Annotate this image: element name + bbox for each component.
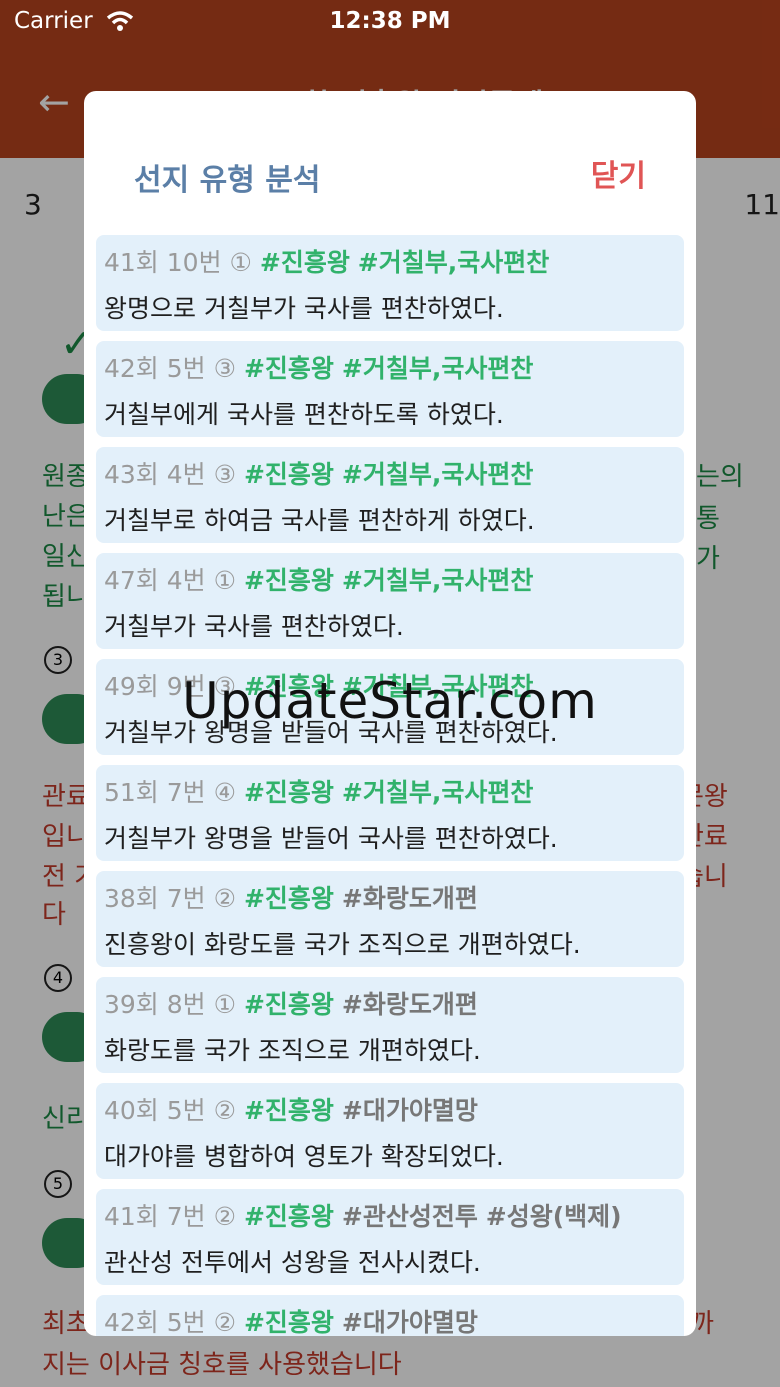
- question-text: 거칠부가 국사를 편찬하였다.: [104, 612, 404, 641]
- question-ref: 47회 4번 ①: [104, 566, 237, 595]
- hashtag[interactable]: #진흥왕: [244, 884, 334, 913]
- hashtag[interactable]: #진흥왕: [244, 354, 334, 383]
- question-text: 거칠부에게 국사를 편찬하도록 하였다.: [104, 400, 504, 429]
- question-meta: 39회 8번 ① #진흥왕 #화랑도개편: [104, 985, 478, 1021]
- question-text: 거칠부로 하여금 국사를 편찬하게 하였다.: [104, 506, 535, 535]
- question-text: 관산성 전투에서 성왕을 전사시켰다.: [104, 1248, 481, 1277]
- question-ref: 39회 8번 ①: [104, 990, 237, 1019]
- hashtag[interactable]: #거칠부,국사편찬: [342, 566, 533, 595]
- hashtag[interactable]: #진흥왕: [244, 778, 334, 807]
- question-meta: 38회 7번 ② #진흥왕 #화랑도개편: [104, 879, 478, 915]
- hashtag[interactable]: #거칠부,국사편찬: [358, 248, 549, 277]
- close-button[interactable]: 닫기: [591, 151, 646, 195]
- question-card[interactable]: 40회 5번 ② #진흥왕 #대가야멸망대가야를 병합하여 영토가 확장되었다.: [96, 1083, 684, 1179]
- hashtag[interactable]: #진흥왕: [244, 1308, 334, 1336]
- question-meta: 40회 5번 ② #진흥왕 #대가야멸망: [104, 1091, 478, 1127]
- hashtag[interactable]: #진흥왕: [244, 566, 334, 595]
- question-ref: 40회 5번 ②: [104, 1096, 237, 1125]
- question-card[interactable]: 39회 8번 ① #진흥왕 #화랑도개편 화랑도를 국가 조직으로 개편하였다.: [96, 977, 684, 1073]
- question-ref: 41회 10번 ①: [104, 248, 252, 277]
- question-meta: 41회 10번 ① #진흥왕 #거칠부,국사편찬: [104, 243, 549, 279]
- question-card[interactable]: 47회 4번 ① #진흥왕 #거칠부,국사편찬거칠부가 국사를 편찬하였다.: [96, 553, 684, 649]
- question-card[interactable]: 41회 10번 ① #진흥왕 #거칠부,국사편찬왕명으로 거칠부가 국사를 편찬…: [96, 235, 684, 331]
- question-meta: 41회 7번 ② #진흥왕 #관산성전투 #성왕(백제): [104, 1197, 622, 1233]
- hashtag[interactable]: #화랑도개편: [342, 990, 478, 1019]
- question-ref: 38회 7번 ②: [104, 884, 237, 913]
- question-meta: 43회 4번 ③ #진흥왕 #거칠부,국사편찬: [104, 455, 533, 491]
- status-time: 12:38 PM: [329, 8, 451, 34]
- hashtag[interactable]: #대가야멸망: [342, 1308, 478, 1336]
- question-meta: 47회 4번 ① #진흥왕 #거칠부,국사편찬: [104, 561, 533, 597]
- hashtag[interactable]: #진흥왕: [244, 1096, 334, 1125]
- question-card[interactable]: 43회 4번 ③ #진흥왕 #거칠부,국사편찬거칠부로 하여금 국사를 편찬하게…: [96, 447, 684, 543]
- question-ref: 42회 5번 ②: [104, 1308, 237, 1336]
- question-card[interactable]: 42회 5번 ③ #진흥왕 #거칠부,국사편찬거칠부에게 국사를 편찬하도록 하…: [96, 341, 684, 437]
- question-text: 진흥왕이 화랑도를 국가 조직으로 개편하였다.: [104, 930, 581, 959]
- hashtag[interactable]: #관산성전투: [342, 1202, 478, 1231]
- question-meta: 51회 7번 ④ #진흥왕 #거칠부,국사편찬: [104, 773, 533, 809]
- hashtag[interactable]: #진흥왕: [244, 990, 334, 1019]
- question-card[interactable]: 38회 7번 ② #진흥왕 #화랑도개편 진흥왕이 화랑도를 국가 조직으로 개…: [96, 871, 684, 967]
- status-bar: Carrier 12:38 PM: [0, 0, 780, 44]
- question-text: 거칠부가 왕명을 받들어 국사를 편찬하였다.: [104, 824, 558, 853]
- watermark-text: UpdateStar.com: [182, 672, 598, 730]
- question-text: 대가야를 병합하여 영토가 확장되었다.: [104, 1142, 504, 1171]
- hashtag[interactable]: #진흥왕: [244, 1202, 334, 1231]
- hashtag[interactable]: #대가야멸망: [342, 1096, 478, 1125]
- question-card[interactable]: 51회 7번 ④ #진흥왕 #거칠부,국사편찬거칠부가 왕명을 받들어 국사를 …: [96, 765, 684, 861]
- question-card[interactable]: 42회 5번 ② #진흥왕 #대가야멸망: [96, 1295, 684, 1336]
- question-meta: 42회 5번 ③ #진흥왕 #거칠부,국사편찬: [104, 349, 533, 385]
- modal-title: 선지 유형 분석: [134, 163, 321, 198]
- question-ref: 41회 7번 ②: [104, 1202, 237, 1231]
- hashtag[interactable]: #진흥왕: [244, 460, 334, 489]
- question-card[interactable]: 41회 7번 ② #진흥왕 #관산성전투 #성왕(백제) 관산성 전투에서 성왕을…: [96, 1189, 684, 1285]
- hashtag[interactable]: #거칠부,국사편찬: [342, 460, 533, 489]
- question-ref: 51회 7번 ④: [104, 778, 237, 807]
- question-ref: 43회 4번 ③: [104, 460, 237, 489]
- hashtag[interactable]: #화랑도개편: [342, 884, 478, 913]
- question-text: 왕명으로 거칠부가 국사를 편찬하였다.: [104, 294, 504, 323]
- hashtag[interactable]: #거칠부,국사편찬: [342, 354, 533, 383]
- hashtag[interactable]: #성왕(백제): [486, 1202, 622, 1231]
- question-ref: 42회 5번 ③: [104, 354, 237, 383]
- hashtag[interactable]: #거칠부,국사편찬: [342, 778, 533, 807]
- question-list[interactable]: 41회 10번 ① #진흥왕 #거칠부,국사편찬왕명으로 거칠부가 국사를 편찬…: [96, 235, 684, 1336]
- question-meta: 42회 5번 ② #진흥왕 #대가야멸망: [104, 1303, 478, 1336]
- question-text: 화랑도를 국가 조직으로 개편하였다.: [104, 1036, 481, 1065]
- hashtag[interactable]: #진흥왕: [260, 248, 350, 277]
